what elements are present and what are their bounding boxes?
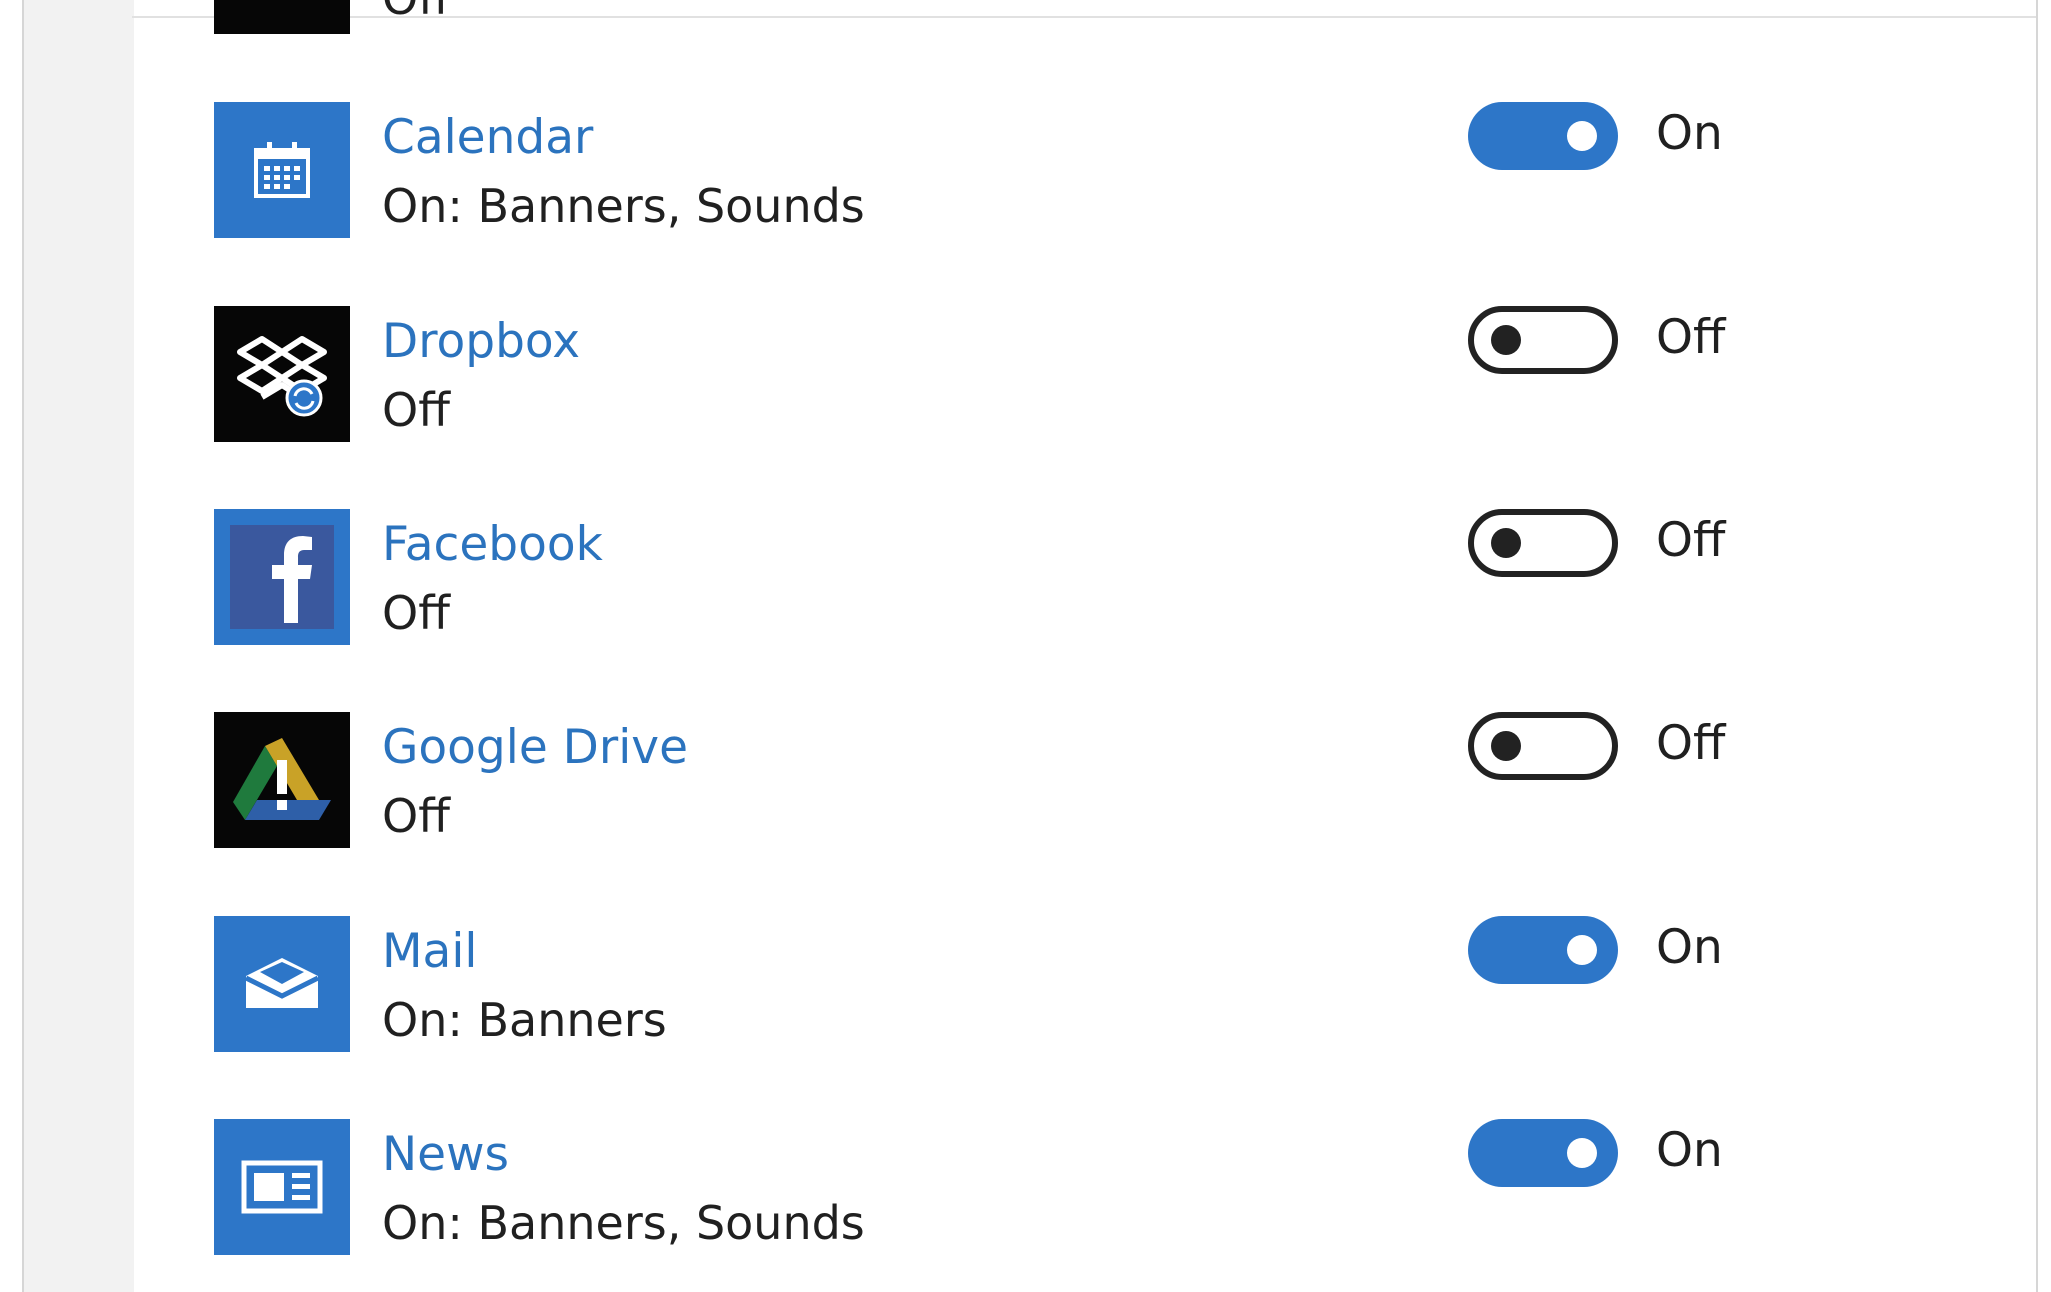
window-right-border [2036, 0, 2038, 1292]
app-status-text: On: Banners, Sounds [382, 1196, 865, 1250]
calendar-icon[interactable] [214, 102, 350, 238]
toggle-knob [1491, 731, 1521, 761]
app-name-link[interactable]: News [382, 1127, 509, 1183]
partial-app-status: Off [382, 0, 450, 26]
toggle-knob [1567, 121, 1597, 151]
partial-app-icon [214, 0, 350, 34]
news-icon[interactable] [214, 1119, 350, 1255]
app-row-google-drive: Google Drive Off Off [132, 712, 2036, 862]
notifications-settings-panel: Off Calendar On: Banners, Sounds On [0, 0, 2051, 1292]
left-navigation-pane [22, 0, 134, 1292]
app-name-link[interactable]: Google Drive [382, 720, 688, 776]
notification-toggle-news[interactable] [1468, 1119, 1618, 1187]
app-name-link[interactable]: Mail [382, 924, 477, 980]
app-row-facebook: Facebook Off Off [132, 509, 2036, 659]
app-name-link[interactable]: Facebook [382, 517, 603, 573]
app-status-text: Off [382, 586, 450, 640]
notification-toggle-mail[interactable] [1468, 916, 1618, 984]
notification-toggle-calendar[interactable] [1468, 102, 1618, 170]
app-status-text: Off [382, 789, 450, 843]
notification-toggle-google-drive[interactable] [1468, 712, 1618, 780]
notification-toggle-dropbox[interactable] [1468, 306, 1618, 374]
toggle-knob [1567, 935, 1597, 965]
app-row-calendar: Calendar On: Banners, Sounds On [132, 102, 2036, 252]
app-status-text: Off [382, 383, 450, 437]
mail-icon[interactable] [214, 916, 350, 1052]
toggle-state-label: On [1656, 106, 1723, 161]
toggle-knob [1491, 528, 1521, 558]
app-status-text: On: Banners [382, 993, 667, 1047]
app-name-link[interactable]: Calendar [382, 110, 593, 166]
app-status-text: On: Banners, Sounds [382, 179, 865, 233]
toggle-knob [1491, 325, 1521, 355]
notification-toggle-facebook[interactable] [1468, 509, 1618, 577]
toggle-knob [1567, 1138, 1597, 1168]
toggle-state-label: Off [1656, 310, 1726, 365]
toggle-state-label: On [1656, 1123, 1723, 1178]
toggle-state-label: On [1656, 920, 1723, 975]
app-row-dropbox: Dropbox Off Off [132, 306, 2036, 456]
facebook-icon[interactable] [214, 509, 350, 645]
app-name-link[interactable]: Dropbox [382, 314, 580, 370]
toggle-state-label: Off [1656, 716, 1726, 771]
dropbox-icon[interactable] [214, 306, 350, 442]
app-row-mail: Mail On: Banners On [132, 916, 2036, 1066]
app-row-news: News On: Banners, Sounds On [132, 1119, 2036, 1269]
google-drive-icon[interactable] [214, 712, 350, 848]
toggle-state-label: Off [1656, 513, 1726, 568]
